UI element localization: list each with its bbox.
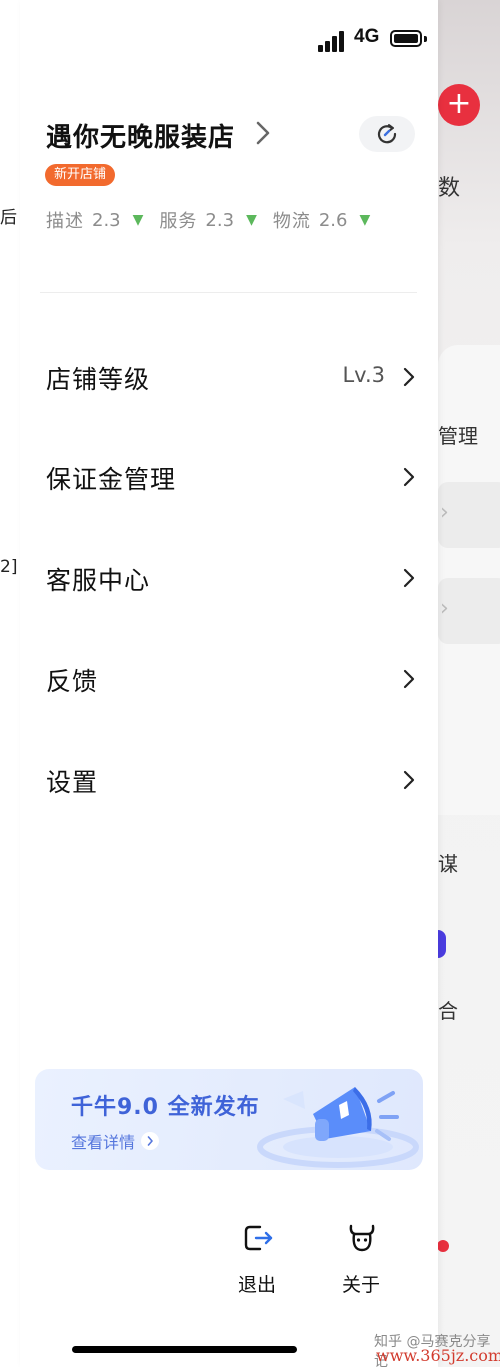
megaphone-icon xyxy=(257,1087,419,1168)
menu-item-label: 店铺等级 xyxy=(46,365,151,394)
promo-banner[interactable]: 千牛9.0 全新发布 查看详情 xyxy=(35,1069,423,1170)
background-text-fragment: 管理 xyxy=(438,424,478,448)
chevron-right-icon xyxy=(403,669,415,689)
shop-ratings: 描述 2.3 ▼ 服务 2.3 ▼ 物流 2.6 ▼ xyxy=(46,206,386,234)
rating-label: 物流 xyxy=(272,211,311,232)
rating-description: 描述 2.3 ▼ xyxy=(46,207,143,233)
chevron-right-icon xyxy=(403,568,415,588)
new-shop-tag: 新开店铺 xyxy=(45,164,116,186)
refresh-button[interactable] xyxy=(359,116,415,152)
chevron-right-icon: › xyxy=(440,500,449,525)
rating-value: 2.6 xyxy=(318,209,348,231)
background-text-fragment: 2] xyxy=(0,557,18,577)
promo-details-link[interactable]: 查看详情 xyxy=(71,1129,160,1153)
background-text-fragment: 数 xyxy=(438,176,461,201)
battery-tip xyxy=(424,36,427,42)
menu-item-label: 设置 xyxy=(46,768,99,797)
rating-label: 服务 xyxy=(159,211,198,232)
menu-item-label: 反馈 xyxy=(46,667,99,696)
watermark-url: www.365jz.com xyxy=(376,1346,500,1365)
plus-icon[interactable]: + xyxy=(438,84,480,126)
background-app-left-edge: 后 2] xyxy=(0,0,20,1367)
rating-service: 服务 2.3 ▼ xyxy=(159,207,256,233)
menu-item-label: 客服中心 xyxy=(46,566,151,595)
chevron-right-icon[interactable] xyxy=(248,118,278,148)
chevron-right-icon xyxy=(403,770,415,790)
side-drawer: 4G 遇你无晚服装店 新开店铺 描述 2.3 ▼ 服务 2.3 ▼ 物流 2.6… xyxy=(20,0,438,1367)
refresh-icon xyxy=(377,124,397,144)
menu-item-deposit[interactable]: 保证金管理 xyxy=(20,442,438,512)
menu-item-settings[interactable]: 设置 xyxy=(20,745,438,815)
status-bar: 4G xyxy=(318,26,438,56)
rating-label: 描述 xyxy=(46,211,84,232)
promo-link-label: 查看详情 xyxy=(71,1133,136,1152)
background-text-fragment: 合 xyxy=(438,999,458,1023)
shop-name[interactable]: 遇你无晚服装店 xyxy=(46,117,235,154)
chevron-right-icon xyxy=(141,1132,160,1150)
network-label: 4G xyxy=(354,26,380,47)
down-arrow-icon: ▼ xyxy=(359,212,371,228)
menu-item-customer-service[interactable]: 客服中心 xyxy=(20,543,438,613)
background-text-fragment: 谋 xyxy=(438,852,458,876)
signal-icon xyxy=(318,30,346,52)
rating-value: 2.3 xyxy=(205,209,235,231)
menu-item-label: 保证金管理 xyxy=(46,465,177,494)
promo-title: 千牛9.0 全新发布 xyxy=(71,1095,260,1120)
divider xyxy=(40,292,417,293)
notification-dot xyxy=(437,1240,449,1252)
logout-label: 退出 xyxy=(237,1274,276,1296)
rating-value: 2.3 xyxy=(92,209,121,231)
battery-icon xyxy=(390,30,422,47)
down-arrow-icon: ▼ xyxy=(132,212,144,228)
app-screen: 后 2] + 数 管理 › › 谋 合 4G 遇你无晚服装店 新开店铺 描述 2… xyxy=(0,0,500,1367)
bull-head-icon xyxy=(349,1224,375,1252)
menu-item-shop-level[interactable]: 店铺等级 Lv.3 xyxy=(20,342,438,412)
logout-icon xyxy=(244,1225,273,1251)
logout-button[interactable]: 退出 xyxy=(222,1222,292,1302)
shop-level-value: Lv.3 xyxy=(342,363,385,387)
rating-logistics: 物流 2.6 ▼ xyxy=(273,207,370,233)
about-label: 关于 xyxy=(341,1274,380,1296)
background-text-fragment: 后 xyxy=(0,208,17,228)
chevron-right-icon xyxy=(403,367,415,387)
about-button[interactable]: 关于 xyxy=(326,1222,396,1302)
home-indicator[interactable] xyxy=(72,1346,297,1353)
chevron-right-icon: › xyxy=(440,596,449,621)
chevron-right-icon xyxy=(403,467,415,487)
menu-item-feedback[interactable]: 反馈 xyxy=(20,644,438,714)
down-arrow-icon: ▼ xyxy=(246,212,257,228)
